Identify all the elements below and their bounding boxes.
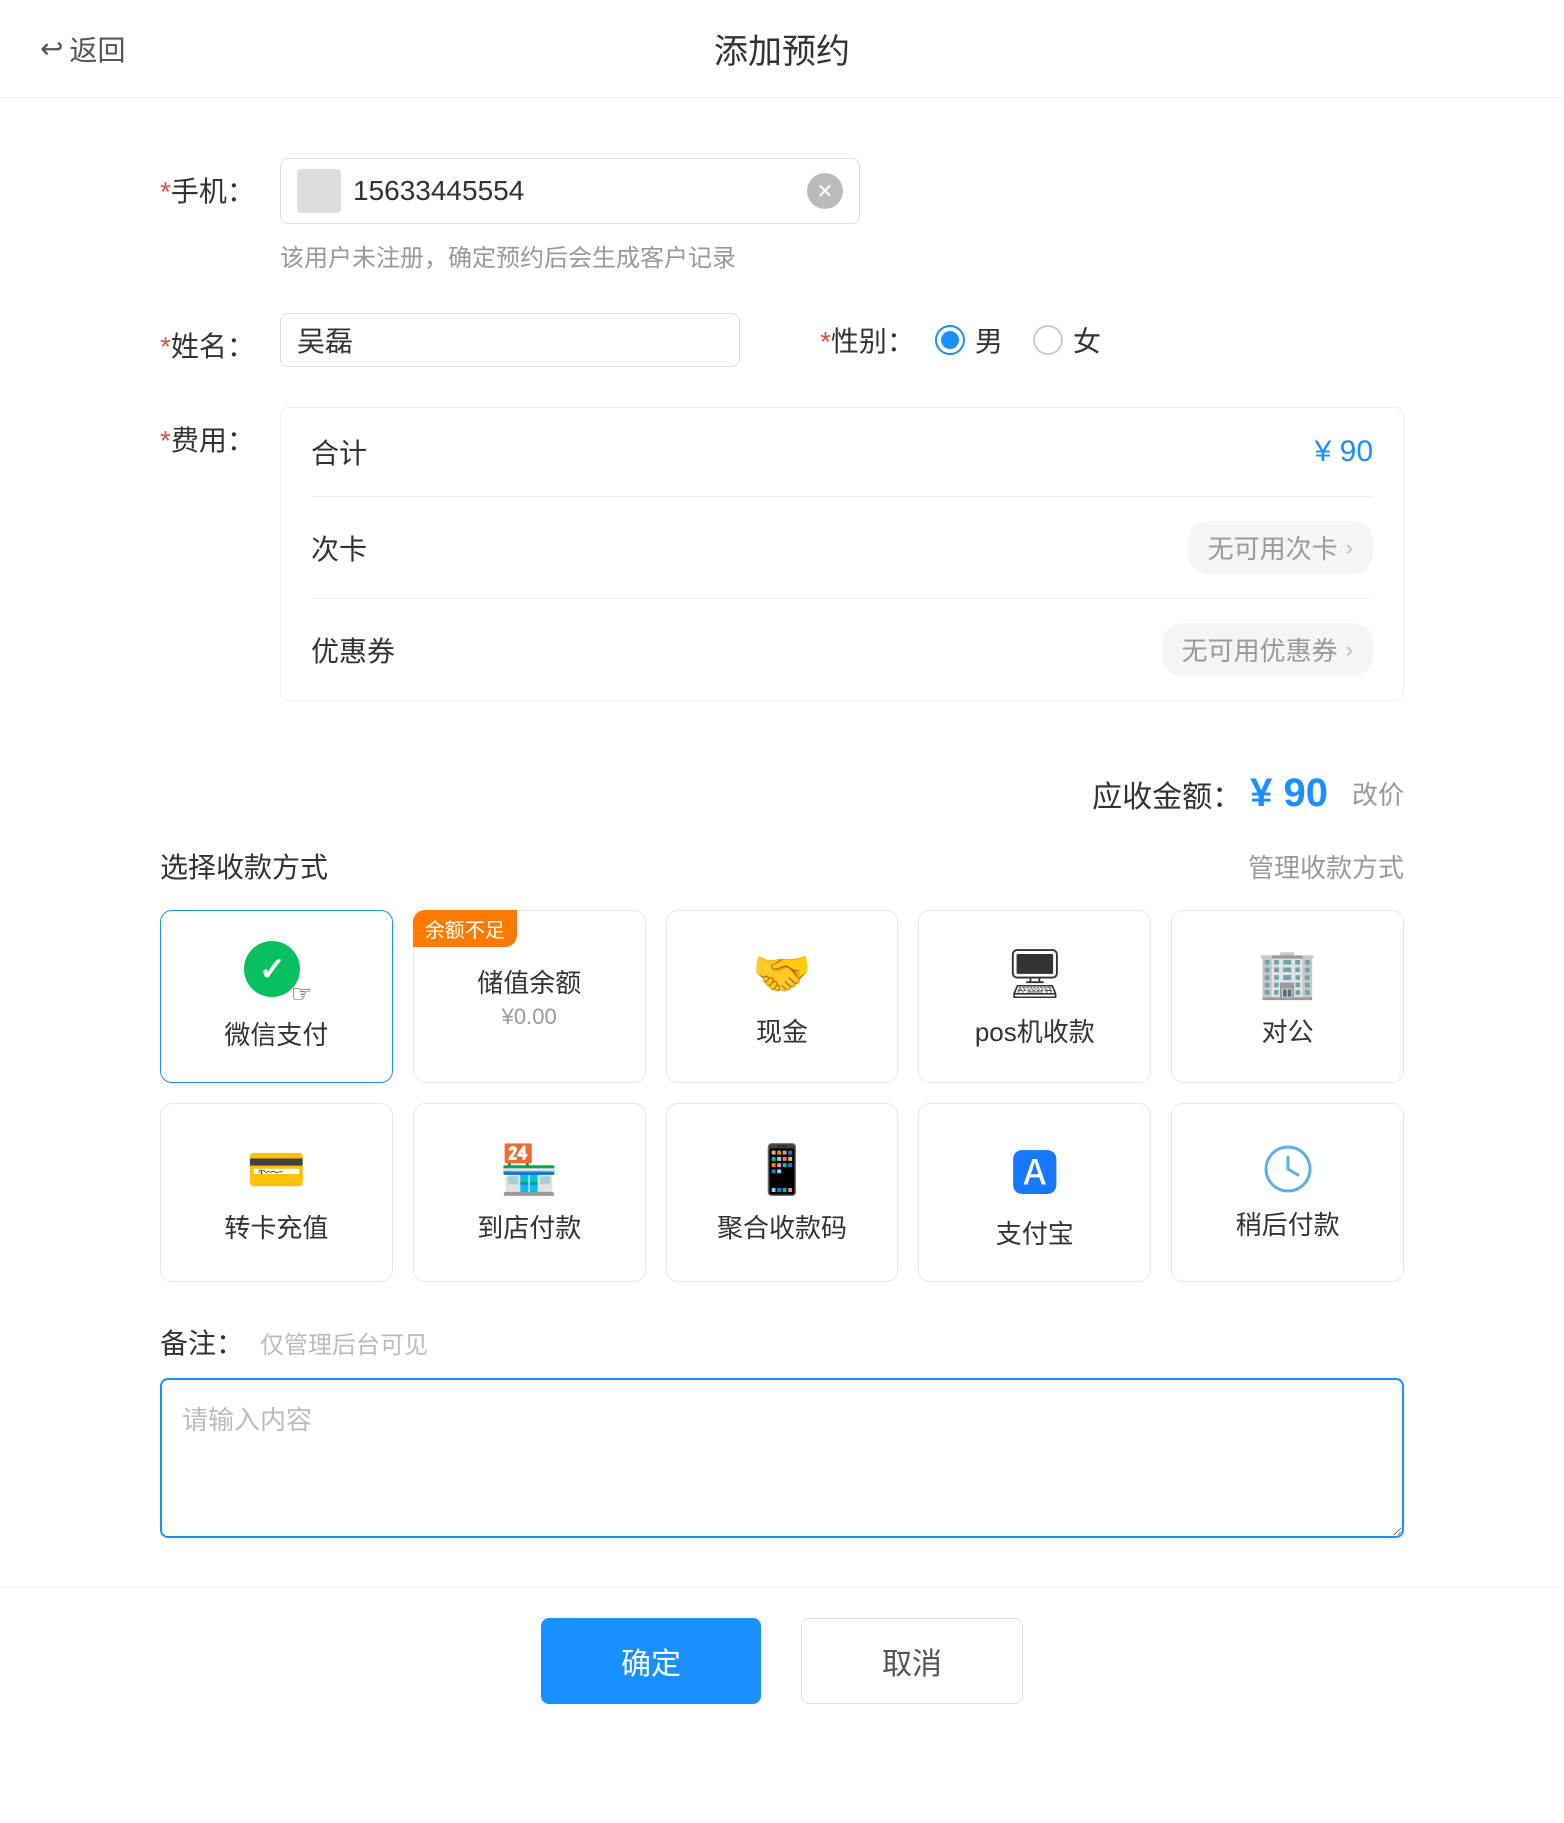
payment-method-aggregate[interactable]: 📱 聚合收款码 bbox=[666, 1103, 899, 1282]
wechat-check-icon: ✓ bbox=[259, 950, 286, 988]
fee-card-label: 次卡 bbox=[311, 528, 367, 568]
gender-female-label: 女 bbox=[1073, 320, 1101, 360]
remark-section: 备注： 仅管理后台可见 bbox=[160, 1322, 1404, 1543]
aggregate-icon: 📱 bbox=[752, 1141, 812, 1198]
gender-male-option[interactable]: 男 bbox=[935, 320, 1003, 360]
payment-title: 选择收款方式 bbox=[160, 846, 328, 886]
gender-female-radio[interactable] bbox=[1033, 325, 1063, 355]
payment-balance-main-label: 储值余额 bbox=[477, 963, 581, 1000]
payment-method-instore[interactable]: 🏪 到店付款 bbox=[413, 1103, 646, 1282]
receivable-label: 应收金额： bbox=[1092, 772, 1242, 816]
instore-icon: 🏪 bbox=[499, 1141, 559, 1198]
payment-later-label: 稍后付款 bbox=[1236, 1205, 1340, 1242]
fee-total-amount: ¥ 90 bbox=[1315, 435, 1373, 469]
page-title: 添加预约 bbox=[714, 24, 850, 73]
payment-section: 选择收款方式 管理收款方式 ✓ ☞ 微信支付 余额不足 储值余额 ¥0.00 bbox=[160, 846, 1404, 1282]
cash-icon: 🤝 bbox=[752, 945, 812, 1002]
phone-input[interactable] bbox=[353, 175, 807, 207]
fee-section: 合计 ¥ 90 次卡 无可用次卡 › 优惠券 无可用优惠券 › bbox=[280, 407, 1404, 701]
gender-label: *性别： bbox=[820, 320, 915, 360]
fee-card-selector[interactable]: 无可用次卡 › bbox=[1188, 521, 1373, 574]
gender-female-option[interactable]: 女 bbox=[1033, 320, 1101, 360]
remark-textarea[interactable] bbox=[160, 1378, 1404, 1538]
fee-total-row: 合计 ¥ 90 bbox=[311, 408, 1373, 497]
wechat-icon: ✓ ☞ bbox=[244, 941, 308, 1005]
phone-hint: 该用户未注册，确定预约后会生成客户记录 bbox=[280, 238, 1404, 273]
fee-coupon-label: 优惠券 bbox=[311, 630, 395, 670]
payment-corporate-label: 对公 bbox=[1262, 1012, 1314, 1049]
phone-avatar bbox=[297, 169, 341, 213]
phone-label: *手机： bbox=[160, 158, 280, 210]
corporate-icon: 🏢 bbox=[1258, 945, 1318, 1002]
remark-label: 备注： bbox=[160, 1322, 244, 1362]
payment-balance-amount: ¥0.00 bbox=[502, 1004, 557, 1030]
fee-row: *费用： 合计 ¥ 90 次卡 无可用次卡 › 优惠券 无可用优惠券 › bbox=[160, 407, 1404, 701]
name-label: *姓名： bbox=[160, 313, 280, 365]
gender-male-label: 男 bbox=[975, 320, 1003, 360]
transfer-icon: 💳 bbox=[247, 1141, 307, 1198]
payment-method-alipay[interactable]: 🅰 支付宝 bbox=[918, 1103, 1151, 1282]
chevron-right-coupon-icon: › bbox=[1346, 637, 1353, 663]
main-content: *手机： ✕ 该用户未注册，确定预约后会生成客户记录 *姓名： *性别： bbox=[0, 98, 1564, 1823]
payment-method-later[interactable]: 稍后付款 bbox=[1171, 1103, 1404, 1282]
payment-method-balance[interactable]: 余额不足 储值余额 ¥0.00 bbox=[413, 910, 646, 1083]
receivable-row: 应收金额： ¥ 90 改价 bbox=[160, 741, 1404, 846]
fee-total-label: 合计 bbox=[311, 432, 367, 472]
clock-icon bbox=[1262, 1143, 1314, 1195]
fee-card-value: 无可用次卡 bbox=[1208, 529, 1338, 566]
payment-method-corporate[interactable]: 🏢 对公 bbox=[1171, 910, 1404, 1083]
fee-coupon-value: 无可用优惠券 bbox=[1182, 631, 1338, 668]
name-gender-row: *姓名： *性别： 男 bbox=[160, 313, 1404, 367]
payment-cash-label: 现金 bbox=[756, 1012, 808, 1049]
confirm-button[interactable]: 确定 bbox=[541, 1618, 761, 1704]
payment-method-cash[interactable]: 🤝 现金 bbox=[666, 910, 899, 1083]
hand-cursor-icon: ☞ bbox=[291, 980, 313, 1009]
payment-wechat-label: 微信支付 bbox=[224, 1015, 328, 1052]
clear-icon[interactable]: ✕ bbox=[807, 173, 843, 209]
payment-aggregate-label: 聚合收款码 bbox=[717, 1208, 847, 1245]
payment-method-pos[interactable]: 🖥 pos机收款 bbox=[918, 910, 1151, 1083]
payment-grid: ✓ ☞ 微信支付 余额不足 储值余额 ¥0.00 🤝 现金 🖥 pos机收款 bbox=[160, 910, 1404, 1282]
phone-row: *手机： ✕ 该用户未注册，确定预约后会生成客户记录 bbox=[160, 158, 1404, 273]
gender-male-inner bbox=[941, 331, 959, 349]
payment-header: 选择收款方式 管理收款方式 bbox=[160, 846, 1404, 886]
phone-field: ✕ 该用户未注册，确定预约后会生成客户记录 bbox=[280, 158, 1404, 273]
fee-label: *费用： bbox=[160, 407, 280, 459]
pos-icon: 🖥 bbox=[1004, 945, 1065, 1002]
payment-method-wechat[interactable]: ✓ ☞ 微信支付 bbox=[160, 910, 393, 1083]
gender-male-radio[interactable] bbox=[935, 325, 965, 355]
fee-card-row: 次卡 无可用次卡 › bbox=[311, 497, 1373, 599]
back-button[interactable]: ↩ 返回 bbox=[40, 29, 125, 69]
remark-hint: 仅管理后台可见 bbox=[260, 1325, 428, 1360]
manage-payment-button[interactable]: 管理收款方式 bbox=[1248, 848, 1404, 885]
payment-pos-label: pos机收款 bbox=[975, 1012, 1095, 1049]
payment-alipay-label: 支付宝 bbox=[996, 1214, 1074, 1251]
insufficient-badge: 余额不足 bbox=[413, 910, 517, 947]
cancel-button[interactable]: 取消 bbox=[801, 1618, 1023, 1704]
gender-section: *性别： 男 女 bbox=[820, 320, 1101, 360]
payment-method-transfer[interactable]: 💳 转卡充值 bbox=[160, 1103, 393, 1282]
receivable-amount: ¥ 90 bbox=[1250, 771, 1328, 816]
fee-coupon-row: 优惠券 无可用优惠券 › bbox=[311, 599, 1373, 700]
payment-instore-label: 到店付款 bbox=[477, 1208, 581, 1245]
back-label: 返回 bbox=[69, 29, 125, 69]
name-gender-group: *性别： 男 女 bbox=[280, 313, 1101, 367]
change-price-button[interactable]: 改价 bbox=[1352, 775, 1404, 812]
name-input[interactable] bbox=[297, 324, 723, 356]
payment-transfer-label: 转卡充值 bbox=[224, 1208, 328, 1245]
gender-radio-group: 男 女 bbox=[935, 320, 1101, 360]
chevron-right-icon: › bbox=[1346, 535, 1353, 561]
remark-header: 备注： 仅管理后台可见 bbox=[160, 1322, 1404, 1362]
alipay-icon: 🅰 bbox=[1011, 1134, 1059, 1204]
bottom-bar: 确定 取消 bbox=[0, 1587, 1564, 1734]
page-header: ↩ 返回 添加预约 bbox=[0, 0, 1564, 98]
fee-coupon-selector[interactable]: 无可用优惠券 › bbox=[1162, 623, 1373, 676]
name-input-wrapper bbox=[280, 313, 740, 367]
phone-input-wrapper: ✕ bbox=[280, 158, 860, 224]
back-icon: ↩ bbox=[40, 32, 63, 65]
